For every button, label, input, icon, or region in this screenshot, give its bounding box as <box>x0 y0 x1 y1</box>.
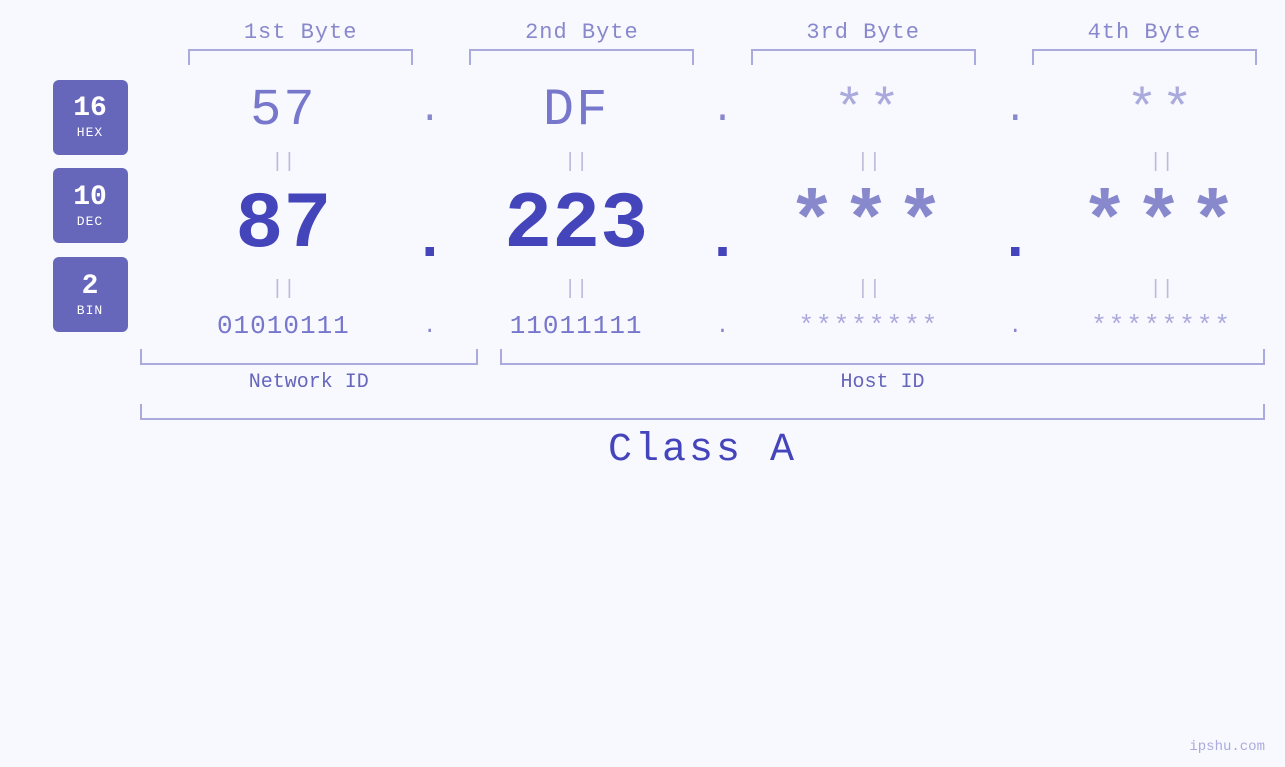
eq2-c2: || <box>453 278 700 301</box>
bin-dot1-cell: . <box>407 314 453 339</box>
dec-b3-cell: *** <box>746 180 993 271</box>
bottom-section: Network ID Host ID Class A <box>0 349 1285 473</box>
dec-value-row: 87 . 223 . *** . *** <box>160 176 1285 275</box>
id-labels-row: Network ID Host ID <box>140 371 1265 394</box>
bracket-3 <box>751 49 976 65</box>
badges-column: 16 HEX 10 DEC 2 BIN <box>20 73 160 349</box>
dec-b1: 87 <box>235 180 331 271</box>
hex-badge-number: 16 <box>73 94 107 125</box>
dec-dot2-cell: . <box>700 181 746 271</box>
hex-dot2-cell: . <box>700 89 746 132</box>
dec-badge-number: 10 <box>73 183 107 214</box>
bracket-1 <box>188 49 413 65</box>
bin-badge-number: 2 <box>82 272 99 303</box>
bracket-cell-1 <box>160 49 441 65</box>
dec-b4-cell: *** <box>1038 180 1285 271</box>
hex-b2-cell: DF <box>453 81 700 140</box>
bin-badge: 2 BIN <box>53 257 128 332</box>
bracket-cell-4 <box>1004 49 1285 65</box>
hex-dot1-cell: . <box>407 89 453 132</box>
bracket-2 <box>469 49 694 65</box>
network-id-label: Network ID <box>140 371 478 394</box>
eq2-c1: || <box>160 278 407 301</box>
bin-value-row: 01010111 . 11011111 . ******** . <box>160 303 1285 349</box>
bin-b2-cell: 11011111 <box>453 311 700 341</box>
dec-b2: 223 <box>504 180 648 271</box>
eq1-c2: || <box>453 151 700 174</box>
dec-dot1-cell: . <box>407 181 453 271</box>
host-bracket <box>500 349 1265 365</box>
bin-b3-cell: ******** <box>746 311 993 341</box>
hex-dot2: . <box>711 89 734 132</box>
bin-dot3: . <box>1009 314 1022 339</box>
hex-dot3-cell: . <box>992 89 1038 132</box>
network-bracket <box>140 349 478 365</box>
bin-b1-cell: 01010111 <box>160 311 407 341</box>
hex-b3-cell: ** <box>746 81 993 140</box>
dec-b1-cell: 87 <box>160 180 407 271</box>
watermark: ipshu.com <box>1189 739 1265 755</box>
eq1-c3: || <box>746 151 993 174</box>
bracket-4 <box>1032 49 1257 65</box>
hex-badge-label: HEX <box>77 125 103 140</box>
hex-b4-cell: ** <box>1038 81 1285 140</box>
values-column: 57 . DF . ** . ** <box>160 73 1285 349</box>
dec-badge: 10 DEC <box>53 168 128 243</box>
bin-b3: ******** <box>798 311 939 341</box>
eq2-c3: || <box>746 278 993 301</box>
bracket-cell-3 <box>723 49 1004 65</box>
bracket-cell-2 <box>441 49 722 65</box>
equals-row-2: || || || || <box>160 275 1285 303</box>
dec-b4: *** <box>1081 180 1243 271</box>
dec-dot3: . <box>997 207 1033 275</box>
byte2-header: 2nd Byte <box>441 20 722 45</box>
bin-b4-cell: ******** <box>1038 311 1285 341</box>
dec-badge-label: DEC <box>77 214 103 229</box>
hex-b1: 57 <box>250 81 316 140</box>
bottom-bracket-row <box>140 349 1265 365</box>
hex-dot3: . <box>1004 89 1027 132</box>
bin-b4: ******** <box>1091 311 1232 341</box>
host-id-label: Host ID <box>500 371 1265 394</box>
bin-b1: 01010111 <box>217 311 350 341</box>
hex-b3: ** <box>834 81 904 140</box>
dec-b2-cell: 223 <box>453 180 700 271</box>
hex-badge: 16 HEX <box>53 80 128 155</box>
byte-headers-row: 1st Byte 2nd Byte 3rd Byte 4th Byte <box>0 20 1285 45</box>
hex-b1-cell: 57 <box>160 81 407 140</box>
hex-b4: ** <box>1126 81 1196 140</box>
main-grid: 16 HEX 10 DEC 2 BIN 57 . <box>0 73 1285 349</box>
bin-dot2: . <box>716 314 729 339</box>
bin-b2: 11011111 <box>510 311 643 341</box>
byte3-header: 3rd Byte <box>723 20 1004 45</box>
dec-dot2: . <box>704 207 740 275</box>
eq1-c4: || <box>1038 151 1285 174</box>
hex-b2: DF <box>543 81 609 140</box>
bin-dot3-cell: . <box>992 314 1038 339</box>
bin-badge-label: BIN <box>77 303 103 318</box>
eq1-c1: || <box>160 151 407 174</box>
byte1-header: 1st Byte <box>160 20 441 45</box>
eq2-c4: || <box>1038 278 1285 301</box>
dec-b3: *** <box>788 180 950 271</box>
equals-row-1: || || || || <box>160 148 1285 176</box>
hex-dot1: . <box>418 89 441 132</box>
class-bracket <box>140 404 1265 420</box>
bin-dot2-cell: . <box>700 314 746 339</box>
class-label: Class A <box>140 428 1265 473</box>
byte4-header: 4th Byte <box>1004 20 1285 45</box>
bin-dot1: . <box>423 314 436 339</box>
hex-value-row: 57 . DF . ** . ** <box>160 73 1285 148</box>
dec-dot1: . <box>412 207 448 275</box>
top-brackets <box>0 49 1285 65</box>
main-container: 1st Byte 2nd Byte 3rd Byte 4th Byte 16 H… <box>0 0 1285 767</box>
dec-dot3-cell: . <box>992 181 1038 271</box>
